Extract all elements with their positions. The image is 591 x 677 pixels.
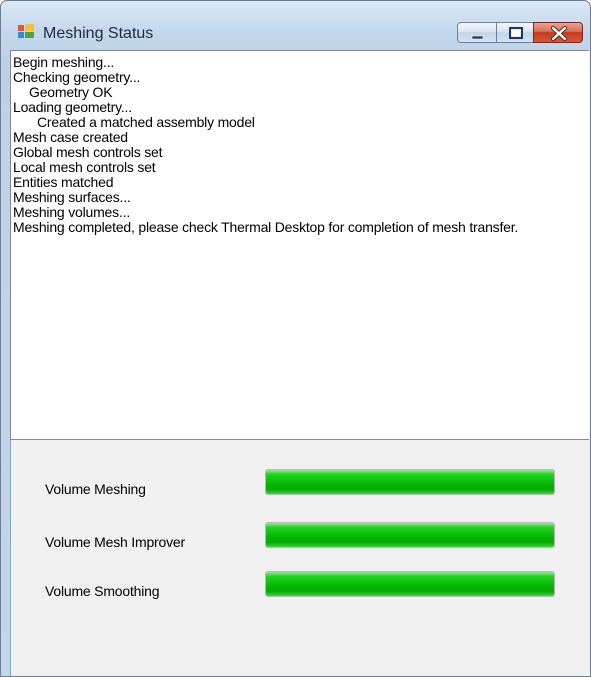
volume-meshing-label: Volume Meshing	[45, 481, 146, 497]
volume-meshing-progress-fill	[266, 470, 554, 494]
maximize-icon	[509, 27, 523, 39]
log-line: Mesh case created	[13, 129, 128, 145]
minimize-button[interactable]	[457, 22, 497, 43]
windows-app-icon	[18, 24, 34, 38]
minimize-icon	[471, 35, 484, 40]
window-controls	[457, 22, 586, 43]
volume-mesh-improver-progress-fill	[266, 523, 554, 547]
volume-smoothing-progress-bar	[265, 571, 555, 597]
log-line: Global mesh controls set	[13, 144, 163, 160]
log-line: Meshing volumes...	[13, 204, 131, 220]
volume-smoothing-row: Volume Smoothing	[1, 569, 590, 609]
window-title: Meshing Status	[43, 25, 154, 42]
log-line: Geometry OK	[29, 84, 113, 100]
log-line: Begin meshing...	[13, 54, 115, 70]
title-bar[interactable]: Meshing Status	[1, 1, 590, 43]
log-line: Created a matched assembly model	[37, 114, 255, 130]
log-line: Loading geometry...	[13, 99, 132, 115]
log-line: Entities matched	[13, 174, 114, 190]
volume-smoothing-label: Volume Smoothing	[45, 583, 160, 599]
volume-meshing-progress-bar	[265, 469, 555, 495]
close-button[interactable]	[533, 22, 583, 43]
log-line: Meshing completed, please check Thermal …	[13, 219, 519, 235]
volume-mesh-improver-progress-bar	[265, 522, 555, 548]
volume-mesh-improver-label: Volume Mesh Improver	[45, 534, 185, 550]
volume-mesh-improver-row: Volume Mesh Improver	[1, 520, 590, 560]
log-line: Local mesh controls set	[13, 159, 156, 175]
close-icon	[550, 25, 568, 42]
log-line: Meshing surfaces...	[13, 189, 131, 205]
status-log-textbox[interactable]: Begin meshing... Checking geometry... Ge…	[10, 50, 589, 440]
log-line: Checking geometry...	[13, 69, 141, 85]
meshing-status-window: Meshing Status Begin meshing... Checking…	[0, 0, 591, 677]
maximize-button[interactable]	[496, 22, 534, 43]
volume-smoothing-progress-fill	[266, 572, 554, 596]
volume-meshing-row: Volume Meshing	[1, 467, 590, 507]
status-log-lines: Begin meshing... Checking geometry... Ge…	[13, 55, 553, 235]
